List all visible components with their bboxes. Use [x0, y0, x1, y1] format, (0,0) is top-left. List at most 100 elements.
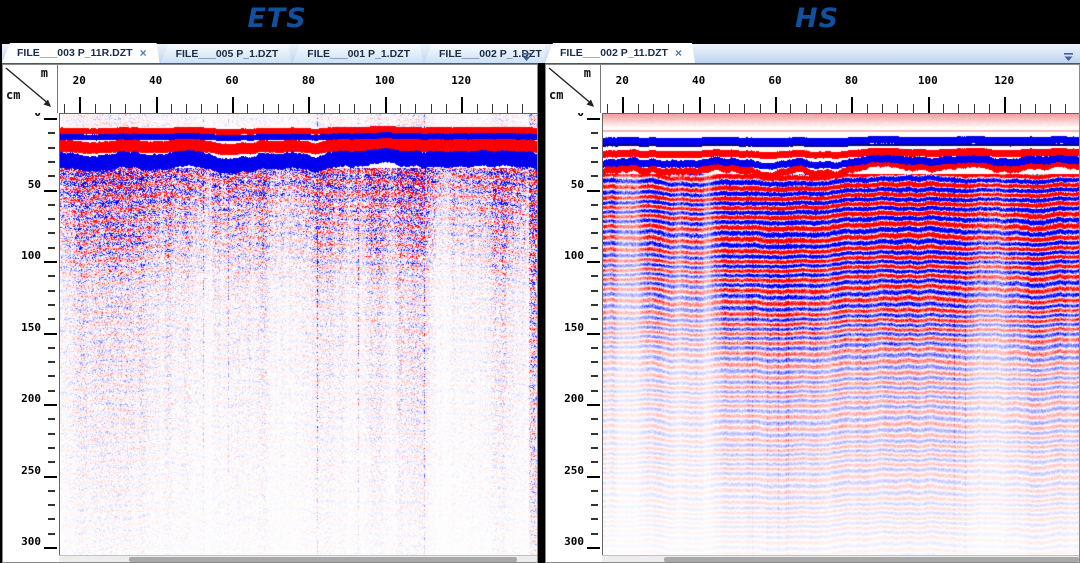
v-ruler-minor-tick — [591, 418, 598, 420]
horizontal-ruler-meters: 20406080100120 — [59, 65, 537, 113]
h-ruler-minor-tick — [1065, 104, 1066, 113]
v-ruler-major-tick — [587, 547, 600, 549]
h-ruler-minor-tick — [867, 104, 868, 113]
v-ruler-major-tick — [44, 547, 57, 549]
v-ruler-major-tick — [587, 333, 600, 335]
h-ruler-minor-tick — [760, 104, 761, 113]
scrollbar-thumb[interactable] — [664, 557, 1079, 562]
v-ruler-label: 250 — [564, 465, 584, 477]
radargram-view[interactable] — [602, 113, 1079, 555]
horizontal-unit-label: m — [584, 66, 591, 80]
h-ruler-minor-tick — [339, 104, 340, 113]
h-ruler-minor-tick — [714, 104, 715, 113]
h-ruler-minor-tick — [278, 104, 279, 113]
v-ruler-label: 50 — [28, 179, 41, 191]
v-ruler-label: 300 — [564, 536, 584, 548]
horizontal-unit-label: m — [41, 66, 48, 80]
h-ruler-minor-tick — [507, 104, 508, 113]
v-ruler-minor-tick — [591, 318, 598, 320]
h-ruler-minor-tick — [477, 104, 478, 113]
v-ruler-minor-tick — [48, 518, 55, 520]
v-ruler-minor-tick — [48, 347, 55, 349]
tab-close-icon[interactable]: × — [140, 48, 147, 58]
v-ruler-minor-tick — [48, 533, 55, 535]
vertical-unit-label: cm — [6, 88, 20, 102]
v-ruler-minor-tick — [48, 132, 55, 134]
h-ruler-major-tick — [385, 97, 387, 113]
v-ruler-label: 50 — [571, 179, 584, 191]
v-ruler-major-tick — [587, 261, 600, 263]
h-ruler-minor-tick — [293, 104, 294, 113]
h-ruler-major-tick — [775, 97, 777, 113]
horizontal-scrollbar[interactable] — [59, 555, 537, 562]
v-ruler-minor-tick — [48, 304, 55, 306]
h-ruler-minor-tick — [729, 104, 730, 113]
v-ruler-minor-tick — [591, 304, 598, 306]
v-ruler-minor-tick — [591, 132, 598, 134]
v-ruler-major-tick — [44, 190, 57, 192]
tab-list-dropdown-icon[interactable] — [1063, 49, 1074, 59]
h-ruler-major-tick — [232, 97, 234, 113]
tab-file[interactable]: FILE___005 P_1.DZT — [161, 44, 292, 63]
tab-file[interactable]: FILE___002 P_11.DZT × — [545, 43, 695, 63]
h-ruler-minor-tick — [140, 104, 141, 113]
v-ruler-minor-tick — [591, 504, 598, 506]
viewer-content: m cm 20406080100120 050100150200250300 — [2, 64, 538, 563]
h-ruler-minor-tick — [836, 104, 837, 113]
v-ruler-major-tick — [44, 333, 57, 335]
radargram-canvas-hs[interactable] — [603, 114, 1079, 555]
v-ruler-minor-tick — [591, 361, 598, 363]
h-ruler-major-tick — [1004, 97, 1006, 113]
v-ruler-minor-tick — [48, 433, 55, 435]
v-ruler-minor-tick — [48, 447, 55, 449]
vertical-unit-label: cm — [549, 88, 563, 102]
tab-file[interactable]: FILE___001 P_1.DZT — [292, 44, 423, 63]
h-ruler-major-tick — [79, 97, 81, 113]
v-ruler-label: 100 — [564, 250, 584, 262]
tab-bar: FILE___003 P_11R.DZT×FILE___005 P_1.DZTF… — [2, 44, 538, 64]
v-ruler-minor-tick — [48, 204, 55, 206]
panel-title-ets: ETS — [222, 3, 332, 34]
v-ruler-minor-tick — [48, 490, 55, 492]
h-ruler-label: 120 — [989, 74, 1019, 87]
h-ruler-minor-tick — [370, 104, 371, 113]
tab-file[interactable]: FILE___002 P_1.DZT — [424, 44, 555, 63]
h-ruler-minor-tick — [989, 104, 990, 113]
v-ruler-minor-tick — [591, 375, 598, 377]
v-ruler-minor-tick — [48, 375, 55, 377]
v-ruler-minor-tick — [48, 390, 55, 392]
viewer-content: m cm 20406080100120 050100150200250300 — [545, 64, 1080, 563]
h-ruler-major-tick — [699, 97, 701, 113]
scrollbar-thumb[interactable] — [129, 557, 517, 562]
tab-label: FILE___003 P_11R.DZT — [17, 47, 133, 59]
v-ruler-label: 100 — [21, 250, 41, 262]
ruler-corner: m cm — [3, 65, 58, 113]
h-ruler-minor-tick — [806, 104, 807, 113]
h-ruler-minor-tick — [1020, 104, 1021, 113]
horizontal-scrollbar[interactable] — [602, 555, 1079, 562]
tab-list-dropdown-icon[interactable] — [521, 49, 532, 59]
h-ruler-minor-tick — [522, 104, 523, 113]
h-ruler-label: 100 — [913, 74, 943, 87]
v-ruler-minor-tick — [591, 147, 598, 149]
v-ruler-minor-tick — [591, 290, 598, 292]
radargram-canvas-ets[interactable] — [60, 114, 537, 555]
tab-close-icon[interactable]: × — [675, 48, 682, 58]
v-ruler-label: 0 — [577, 113, 584, 119]
h-ruler-minor-tick — [64, 104, 65, 113]
tab-label: FILE___001 P_1.DZT — [307, 48, 410, 60]
tab-label: FILE___002 P_11.DZT — [560, 47, 668, 59]
v-ruler-label: 150 — [564, 322, 584, 334]
v-ruler-major-tick — [44, 404, 57, 406]
v-ruler-minor-tick — [591, 161, 598, 163]
v-ruler-major-tick — [587, 476, 600, 478]
v-ruler-minor-tick — [48, 290, 55, 292]
v-ruler-minor-tick — [591, 490, 598, 492]
v-ruler-minor-tick — [591, 461, 598, 463]
v-ruler-major-tick — [44, 476, 57, 478]
radargram-view[interactable] — [59, 113, 537, 555]
h-ruler-minor-tick — [913, 104, 914, 113]
tab-file[interactable]: FILE___003 P_11R.DZT × — [2, 43, 160, 63]
h-ruler-minor-tick — [247, 104, 248, 113]
h-ruler-label: 40 — [684, 74, 714, 87]
